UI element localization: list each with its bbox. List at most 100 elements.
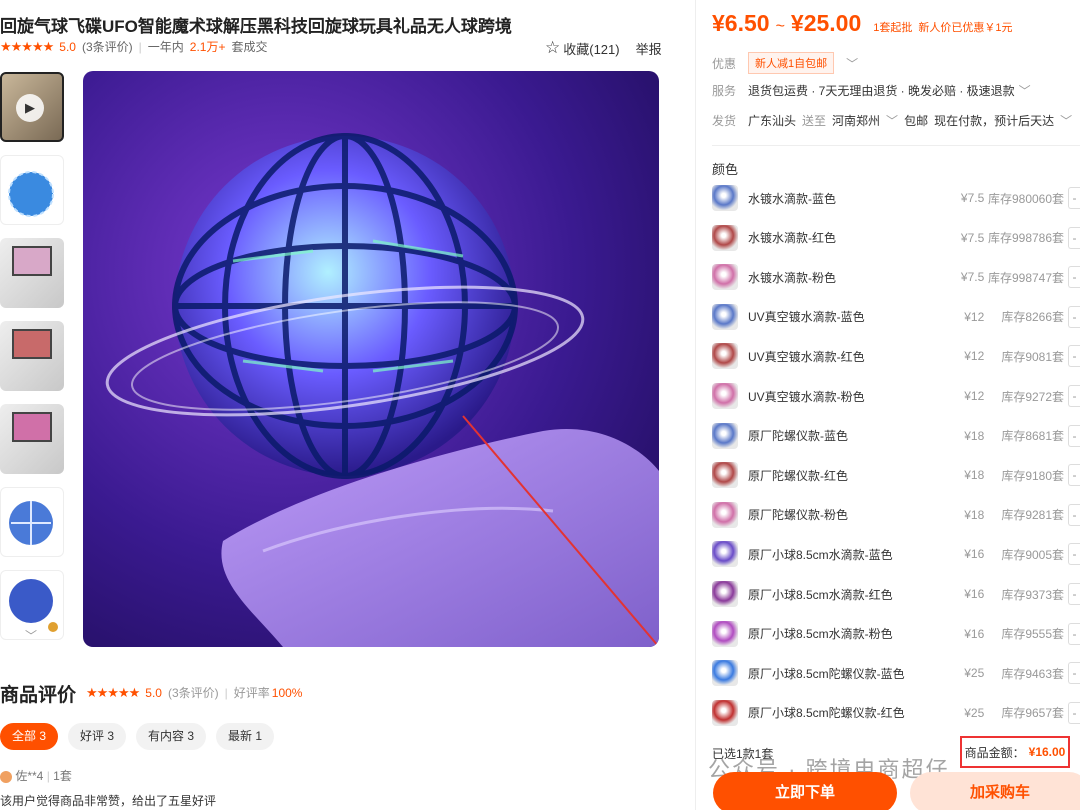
sku-name: 原厂陀螺仪款-蓝色 xyxy=(748,429,848,444)
quantity-minus-button[interactable]: - xyxy=(1068,701,1080,724)
quantity-minus-button[interactable]: - xyxy=(1068,622,1080,645)
review-text: 该用户觉得商品非常赞，给出了五星好评 xyxy=(0,794,217,808)
chip-positive[interactable]: 好评 3 xyxy=(68,723,127,750)
price-tilde: ~ xyxy=(775,18,785,35)
sku-thumbnail xyxy=(712,462,738,489)
promo-key: 优惠 xyxy=(712,56,737,71)
sku-row[interactable]: 原厂陀螺仪款-红色 ¥18 库存9180套 - xyxy=(712,455,1080,495)
quantity-minus-button[interactable]: - xyxy=(1068,187,1080,209)
meta-divider: | xyxy=(138,39,142,54)
sku-stock: 库存9081套 xyxy=(1001,349,1065,364)
sku-thumbnail xyxy=(712,660,738,687)
reviewer-avatar xyxy=(0,770,12,783)
sku-name: 水镀水滴款-蓝色 xyxy=(748,191,836,206)
buy-now-button[interactable]: 立即下单 xyxy=(713,772,897,810)
ufo-ball-illustration xyxy=(105,133,659,647)
quantity-minus-button[interactable]: - xyxy=(1068,305,1080,328)
sku-name: 原厂小球8.5cm陀螺仪款-蓝色 xyxy=(748,666,905,681)
favorite-button[interactable]: ☆ 收藏(121) xyxy=(545,38,620,58)
chip-all[interactable]: 全部 3 xyxy=(0,723,59,750)
sku-name: 原厂小球8.5cm水滴款-红色 xyxy=(748,587,893,602)
quantity-minus-button[interactable]: - xyxy=(1068,266,1080,289)
sku-name: UV真空镀水滴款-粉色 xyxy=(748,389,865,404)
sku-row[interactable]: 原厂小球8.5cm陀螺仪款-蓝色 ¥25 库存9463套 - xyxy=(712,653,1080,693)
sku-thumbnail xyxy=(712,185,738,211)
promo-tag[interactable]: 新人减1自包邮 xyxy=(748,52,835,74)
quantity-minus-button[interactable]: - xyxy=(1068,226,1080,249)
promo-row: 优惠 新人减1自包邮 ﹀ xyxy=(712,52,858,74)
chevron-down-icon[interactable]: ﹀ xyxy=(1060,112,1072,129)
good-rate-value: 100% xyxy=(271,685,303,700)
quantity-minus-button[interactable]: - xyxy=(1068,345,1080,368)
sku-stock: 库存9272套 xyxy=(1001,389,1065,404)
quantity-minus-button[interactable]: - xyxy=(1068,424,1080,447)
quantity-minus-button[interactable]: - xyxy=(1068,583,1080,605)
amount-label: 商品金额： xyxy=(964,745,1025,760)
sku-stock: 库存8266套 xyxy=(1001,310,1065,325)
service-key: 服务 xyxy=(712,84,737,98)
sku-price: ¥7.5 xyxy=(960,191,985,205)
thumbnail-image[interactable] xyxy=(0,487,64,557)
chevron-down-icon[interactable]: ﹀ xyxy=(25,627,37,639)
sku-name: 水镀水滴款-粉色 xyxy=(748,270,836,285)
thumbnail-image[interactable] xyxy=(0,238,64,308)
sku-name: 原厂陀螺仪款-红色 xyxy=(748,468,848,483)
sku-stock: 库存9281套 xyxy=(1001,508,1065,523)
ship-to-label: 送至 xyxy=(802,114,827,128)
sku-thumbnail xyxy=(712,383,738,409)
ship-to[interactable]: 河南郑州 xyxy=(832,112,880,129)
chevron-down-icon[interactable]: ﹀ xyxy=(1019,82,1031,99)
star-outline-icon: ☆ xyxy=(545,38,561,57)
chip-with-content[interactable]: 有内容 3 xyxy=(136,723,207,750)
quantity-minus-button[interactable]: - xyxy=(1068,464,1080,487)
sku-thumbnail xyxy=(712,343,738,370)
thumbnail-image[interactable] xyxy=(0,321,64,391)
thumbnail-image[interactable] xyxy=(0,155,64,225)
sku-name: 水镀水滴款-红色 xyxy=(748,231,836,246)
thumbnail-image[interactable] xyxy=(0,404,64,474)
sku-stock: 库存9180套 xyxy=(1001,468,1065,483)
new-user-price: 新人价已优惠￥1元 xyxy=(918,22,1013,34)
reviewer-name: 佐**4 xyxy=(15,769,44,783)
sku-row[interactable]: 原厂小球8.5cm水滴款-蓝色 ¥16 库存9005套 - xyxy=(712,534,1080,574)
chip-latest[interactable]: 最新 1 xyxy=(216,723,275,750)
quantity-minus-button[interactable]: - xyxy=(1068,385,1080,407)
sku-row[interactable]: 原厂小球8.5cm水滴款-红色 ¥16 库存9373套 - xyxy=(712,574,1080,614)
main-product-image xyxy=(83,71,659,647)
review-filter-chips: 全部 3 好评 3 有内容 3 最新 1 xyxy=(0,723,275,750)
report-link[interactable]: 举报 xyxy=(636,39,662,58)
ball-thumb-icon xyxy=(8,171,54,217)
sku-row[interactable]: 水镀水滴款-红色 ¥7.5 库存998786套 - xyxy=(712,218,1080,258)
chevron-down-icon[interactable]: ﹀ xyxy=(886,112,898,129)
quantity-minus-button[interactable]: - xyxy=(1068,503,1080,526)
thumbnail-strip: ▶ ﹀ xyxy=(0,72,64,653)
quantity-minus-button[interactable]: - xyxy=(1068,662,1080,685)
sold-unit: 套成交 xyxy=(231,40,268,54)
good-rate-label: 好评率 xyxy=(233,686,270,700)
sku-row[interactable]: 水镀水滴款-蓝色 ¥7.5 库存980060套 - xyxy=(712,178,1080,218)
sku-row[interactable]: 原厂小球8.5cm水滴款-粉色 ¥16 库存9555套 - xyxy=(712,614,1080,654)
sku-price: ¥25 xyxy=(964,705,985,720)
sku-row[interactable]: 原厂陀螺仪款-蓝色 ¥18 库存8681套 - xyxy=(712,416,1080,456)
sku-row[interactable]: UV真空镀水滴款-红色 ¥12 库存9081套 - xyxy=(712,336,1080,376)
add-to-cart-button[interactable]: 加采购车 xyxy=(910,772,1080,810)
reviews-rating: 5.0 xyxy=(145,685,162,700)
sku-row[interactable]: UV真空镀水滴款-粉色 ¥12 库存9272套 - xyxy=(712,376,1080,416)
sold-count: 2.1万+ xyxy=(189,40,226,54)
chevron-down-icon[interactable]: ﹀ xyxy=(846,55,858,72)
sku-stock: 库存9555套 xyxy=(1001,627,1065,642)
reviewer-line: 佐**4 | 1套 xyxy=(0,767,72,784)
review-count-link[interactable]: (3条评价) xyxy=(82,38,133,55)
thumbnail-video[interactable]: ▶ xyxy=(0,72,64,142)
sku-name: 原厂陀螺仪款-粉色 xyxy=(748,508,848,523)
quantity-minus-button[interactable]: - xyxy=(1068,543,1080,566)
sku-stock: 库存998786套 xyxy=(987,231,1065,246)
thumbnail-image[interactable]: ﹀ xyxy=(0,570,64,640)
sku-stock: 库存980060套 xyxy=(987,191,1065,206)
sku-row[interactable]: 水镀水滴款-粉色 ¥7.5 库存998747套 - xyxy=(712,257,1080,297)
sku-row[interactable]: 原厂陀螺仪款-粉色 ¥18 库存9281套 - xyxy=(712,495,1080,535)
sku-row[interactable]: 原厂小球8.5cm陀螺仪款-红色 ¥25 库存9657套 - xyxy=(712,693,1080,733)
sku-price: ¥16 xyxy=(964,626,985,641)
sku-row[interactable]: UV真空镀水滴款-蓝色 ¥12 库存8266套 - xyxy=(712,297,1080,337)
reviewer-qty: 1套 xyxy=(53,769,72,783)
